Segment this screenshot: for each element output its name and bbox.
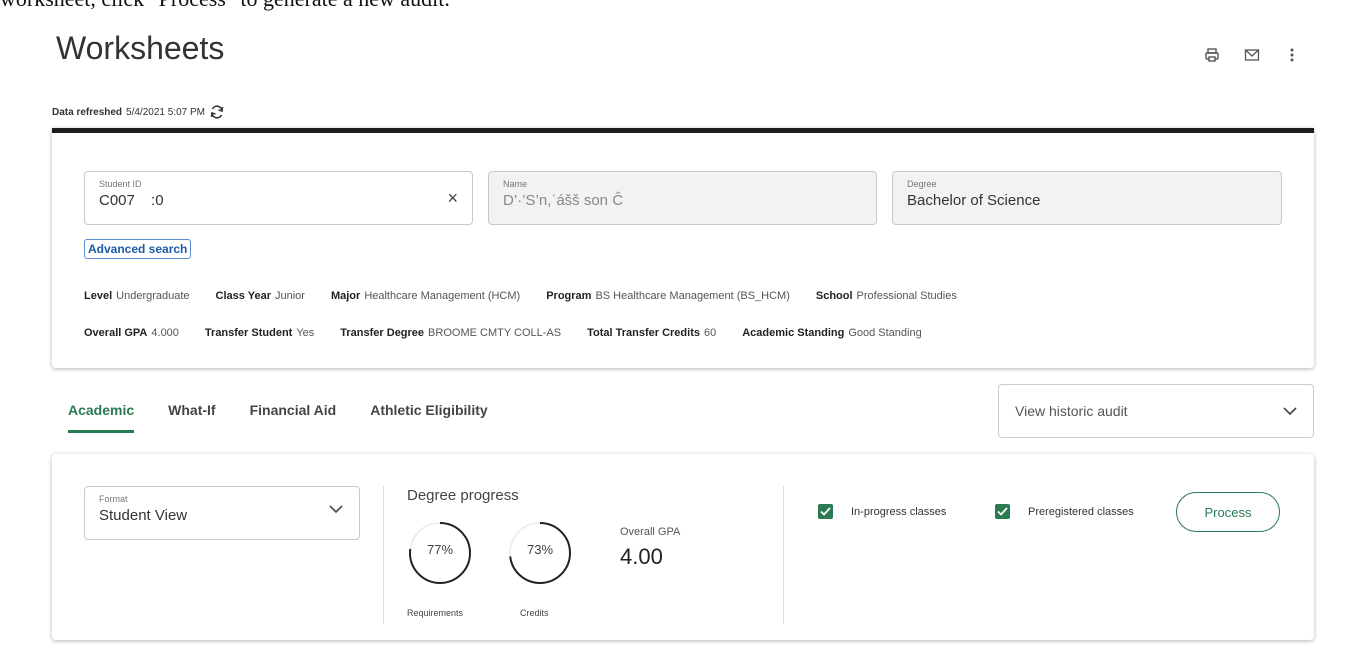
credits-ring: 73% [507,520,573,586]
tab-athletic-eligibility[interactable]: Athletic Eligibility [370,396,487,433]
tab-financial-aid[interactable]: Financial Aid [250,396,337,433]
name-label: Name [503,179,528,189]
preregistered-label: Preregistered classes [1028,505,1134,518]
name-value: D’·’S’n,ʿášš son Ĉ [503,192,624,209]
info-class-year: Class Year Junior [215,290,305,302]
format-label: Format [99,494,128,504]
name-field: Name D’·’S’n,ʿášš son Ĉ [488,171,877,225]
instruction-caption: worksheet, click "Process" to generate a… [0,0,450,12]
clear-icon[interactable]: × [447,188,458,209]
advanced-search-link[interactable]: Advanced search [84,239,192,259]
checkbox-checked-icon [995,504,1010,519]
format-value: Student View [99,507,188,524]
student-info-row-2: Overall GPA 4.000 Transfer Student Yes Tra… [84,327,922,339]
requirements-ring: 77% [407,520,473,586]
info-transfer-degree: Transfer Degree BROOME CMTY COLL-AS [340,327,562,339]
page-title: Worksheets [56,30,225,66]
checkbox-checked-icon [818,504,833,519]
historic-audit-label: View historic audit [1015,403,1128,419]
chevron-down-icon [329,505,343,513]
tab-what-if[interactable]: What-If [168,396,215,433]
info-program: Program BS Healthcare Management (BS_HCM) [546,290,790,302]
info-major: Major Healthcare Management (HCM) [330,290,521,302]
more-options-icon[interactable] [1281,44,1303,66]
info-transfer-credits: Total Transfer Credits 60 [587,327,717,339]
process-button[interactable]: Process [1176,492,1280,532]
info-overall-gpa: Overall GPA 4.000 [84,327,179,339]
student-id-label: Student ID [99,179,142,189]
info-school: School Professional Studies [815,290,957,302]
email-icon[interactable] [1241,44,1263,66]
info-level: Level Undergraduate [84,290,190,302]
format-select[interactable]: Format Student View [84,486,360,540]
info-academic-standing: Academic Standing Good Standing [742,327,922,339]
degree-label: Degree [907,179,937,189]
degree-value: Bachelor of Science [907,192,1041,209]
preregistered-checkbox[interactable]: Preregistered classes [995,504,1134,519]
tab-academic[interactable]: Academic [68,396,135,433]
student-id-value: C007 :0 [99,192,164,209]
refreshed-label: Data refreshed [52,106,123,118]
divider [383,486,384,624]
inprogress-label: In-progress classes [851,505,947,518]
overall-gpa-label: Overall GPA [620,526,681,538]
data-refreshed: Data refreshed 5/4/2021 5:07 PM [52,104,225,120]
requirements-caption: Requirements [407,608,464,618]
print-icon[interactable] [1201,44,1223,66]
degree-field: Degree Bachelor of Science [892,171,1282,225]
student-id-field[interactable]: Student ID C007 :0 × [84,171,473,225]
inprogress-checkbox[interactable]: In-progress classes [818,504,946,519]
refresh-icon[interactable] [209,104,225,120]
credits-percent: 73% [526,542,554,557]
divider [783,486,784,624]
student-info-row-1: Level Undergraduate Class Year Junior Majo… [84,290,957,302]
overall-gpa-value: 4.00 [620,544,663,569]
refreshed-time: 5/4/2021 5:07 PM [126,106,205,118]
chevron-down-icon [1283,407,1297,415]
worksheet-tabs: Academic What-If Financial Aid Athletic … [68,396,522,433]
credits-caption: Credits [520,608,549,618]
student-header-card: Student ID C007 :0 × Name D’·’S’n,ʿášš s… [52,128,1314,368]
requirements-percent: 77% [426,542,454,557]
info-transfer-student: Transfer Student Yes [204,327,315,339]
audit-controls-card: Format Student View Degree progress 77% … [52,454,1314,640]
degree-progress-title: Degree progress [407,487,519,504]
historic-audit-select[interactable]: View historic audit [998,384,1314,438]
page-actions [1201,44,1303,66]
